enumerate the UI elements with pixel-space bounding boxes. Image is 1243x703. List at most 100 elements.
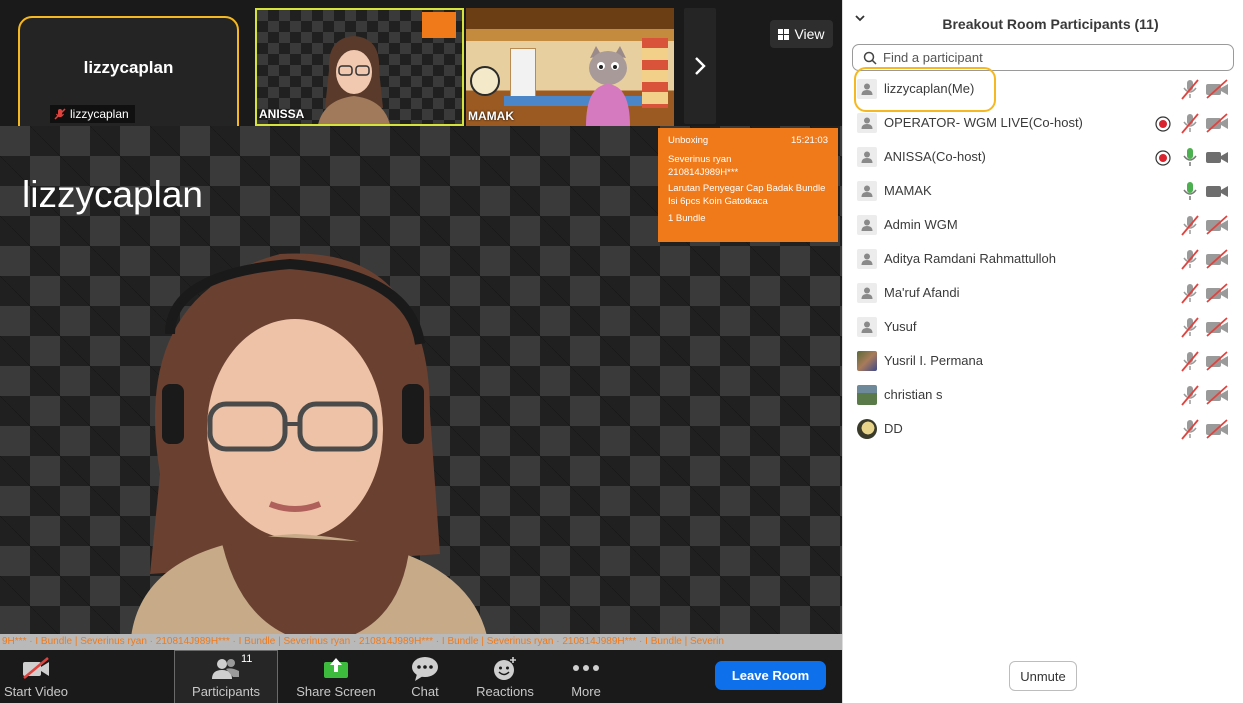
participant-row[interactable]: christian s — [843, 378, 1243, 412]
overlay-qty: 1 Bundle — [668, 213, 706, 225]
mic-on-icon[interactable] — [1179, 146, 1201, 168]
video-on-icon[interactable] — [1205, 147, 1229, 167]
participants-button[interactable]: 11 Participants — [174, 650, 278, 703]
view-button[interactable]: View — [770, 20, 833, 48]
video-off-icon[interactable] — [1205, 419, 1229, 439]
participant-row[interactable]: MAMAK — [843, 174, 1243, 208]
grid-icon — [778, 28, 790, 40]
video-off-icon — [23, 657, 49, 679]
mic-muted-icon[interactable] — [1179, 384, 1201, 406]
muted-mic-icon — [54, 108, 66, 120]
video-off-icon[interactable] — [1205, 113, 1229, 133]
default-avatar-icon — [857, 147, 877, 167]
overlay-buyer: Severinus ryan — [668, 153, 732, 165]
mic-on-icon[interactable] — [1179, 180, 1201, 202]
more-button[interactable]: More — [560, 650, 612, 703]
default-avatar-icon — [857, 215, 877, 235]
overlay-time: 15:21:03 — [791, 135, 828, 146]
view-button-label: View — [794, 26, 825, 42]
speaker-figure — [130, 253, 490, 650]
thumbnail-strip: lizzycaplan lizzycaplan ANISSA MAMAK Vie… — [0, 0, 842, 153]
video-off-icon[interactable] — [1205, 283, 1229, 303]
more-label: More — [571, 684, 601, 699]
video-on-icon[interactable] — [1205, 181, 1229, 201]
order-ticker: 9H*** · I Bundle | Severinus ryan · 2108… — [0, 634, 842, 650]
participant-name: Yusuf — [884, 319, 917, 334]
panel-title: Breakout Room Participants (11) — [942, 16, 1159, 32]
reactions-button[interactable]: Reactions — [470, 650, 540, 703]
participants-label: Participants — [192, 684, 260, 699]
order-overlay-thumb — [422, 12, 456, 38]
mic-muted-icon[interactable] — [1179, 248, 1201, 270]
mic-muted-icon[interactable] — [1179, 78, 1201, 100]
tile-label: MAMAK — [468, 109, 514, 123]
video-tile-anissa[interactable]: ANISSA — [255, 8, 464, 126]
video-off-icon[interactable] — [1205, 385, 1229, 405]
recording-icon — [1155, 116, 1171, 132]
search-input[interactable] — [883, 50, 1203, 65]
video-off-icon[interactable] — [1205, 215, 1229, 235]
participant-row[interactable]: Yusril I. Permana — [843, 344, 1243, 378]
video-off-icon[interactable] — [1205, 317, 1229, 337]
chevron-right-icon — [695, 57, 706, 75]
chat-icon — [412, 657, 438, 681]
reactions-label: Reactions — [476, 684, 534, 699]
default-avatar-icon — [857, 79, 877, 99]
share-screen-icon — [324, 658, 348, 678]
participant-row[interactable]: Admin WGM — [843, 208, 1243, 242]
participant-row[interactable]: DD — [843, 412, 1243, 446]
video-off-icon[interactable] — [1205, 79, 1229, 99]
participant-row[interactable]: ANISSA(Co-host) — [843, 140, 1243, 174]
participant-name: MAMAK — [884, 183, 932, 198]
emoji-add-icon — [494, 657, 516, 680]
start-video-button[interactable]: Start Video — [0, 650, 72, 703]
default-avatar-icon — [857, 113, 877, 133]
participant-row[interactable]: lizzycaplan(Me) — [843, 72, 1243, 106]
participant-name: lizzycaplan(Me) — [884, 81, 975, 96]
participants-panel: Breakout Room Participants (11) lizzycap… — [842, 0, 1243, 703]
leave-room-button[interactable]: Leave Room — [715, 661, 826, 690]
active-speaker-video: lizzycaplan Unboxing 15:21:03 Severinus … — [0, 126, 842, 650]
order-overlay-card: Unboxing 15:21:03 Severinus ryan 210814J… — [658, 128, 838, 242]
chat-label: Chat — [411, 684, 439, 699]
default-avatar-icon — [857, 249, 877, 269]
default-avatar-icon — [857, 317, 877, 337]
participant-row[interactable]: Yusuf — [843, 310, 1243, 344]
self-tile-label: lizzycaplan — [50, 105, 135, 123]
default-avatar-icon — [857, 181, 877, 201]
speaker-name: lizzycaplan — [22, 174, 203, 215]
mic-muted-icon[interactable] — [1179, 418, 1201, 440]
video-off-icon[interactable] — [1205, 351, 1229, 371]
participant-name: Yusril I. Permana — [884, 353, 983, 368]
self-tile-label-text: lizzycaplan — [70, 107, 129, 121]
video-tile-mamak[interactable]: MAMAK — [466, 8, 674, 126]
mic-muted-icon[interactable] — [1179, 214, 1201, 236]
jar-shelf — [642, 38, 668, 108]
avatar — [857, 419, 877, 439]
participant-row[interactable]: OPERATOR- WGM LIVE(Co-host) — [843, 106, 1243, 140]
participant-name: Aditya Ramdani Rahmattulloh — [884, 251, 1056, 266]
search-icon — [863, 51, 877, 65]
mic-muted-icon[interactable] — [1179, 282, 1201, 304]
overlay-title: Unboxing — [668, 135, 709, 146]
participant-search[interactable] — [852, 44, 1234, 71]
participant-name: OPERATOR- WGM LIVE(Co-host) — [884, 115, 1083, 130]
meeting-area: lizzycaplan lizzycaplan ANISSA MAMAK Vie… — [0, 0, 842, 703]
meeting-toolbar: Start Video 11 Participants Share Screen — [0, 650, 842, 703]
mic-muted-icon[interactable] — [1179, 350, 1201, 372]
next-page-button[interactable] — [684, 8, 716, 124]
video-off-icon[interactable] — [1205, 249, 1229, 269]
unmute-button[interactable]: Unmute — [1009, 661, 1077, 691]
mic-muted-icon[interactable] — [1179, 316, 1201, 338]
mic-muted-icon[interactable] — [1179, 112, 1201, 134]
overlay-product: Larutan Penyegar Cap Badak Bundle Isi 6p… — [668, 183, 826, 208]
default-avatar-icon — [857, 283, 877, 303]
chat-button[interactable]: Chat — [400, 650, 450, 703]
participant-row[interactable]: Aditya Ramdani Rahmattulloh — [843, 242, 1243, 276]
participant-name: Ma'ruf Afandi — [884, 285, 960, 300]
participant-name: DD — [884, 421, 903, 436]
self-tile-name: lizzycaplan — [83, 58, 174, 77]
participants-icon — [212, 659, 239, 679]
participant-row[interactable]: Ma'ruf Afandi — [843, 276, 1243, 310]
share-screen-button[interactable]: Share Screen — [290, 650, 382, 703]
